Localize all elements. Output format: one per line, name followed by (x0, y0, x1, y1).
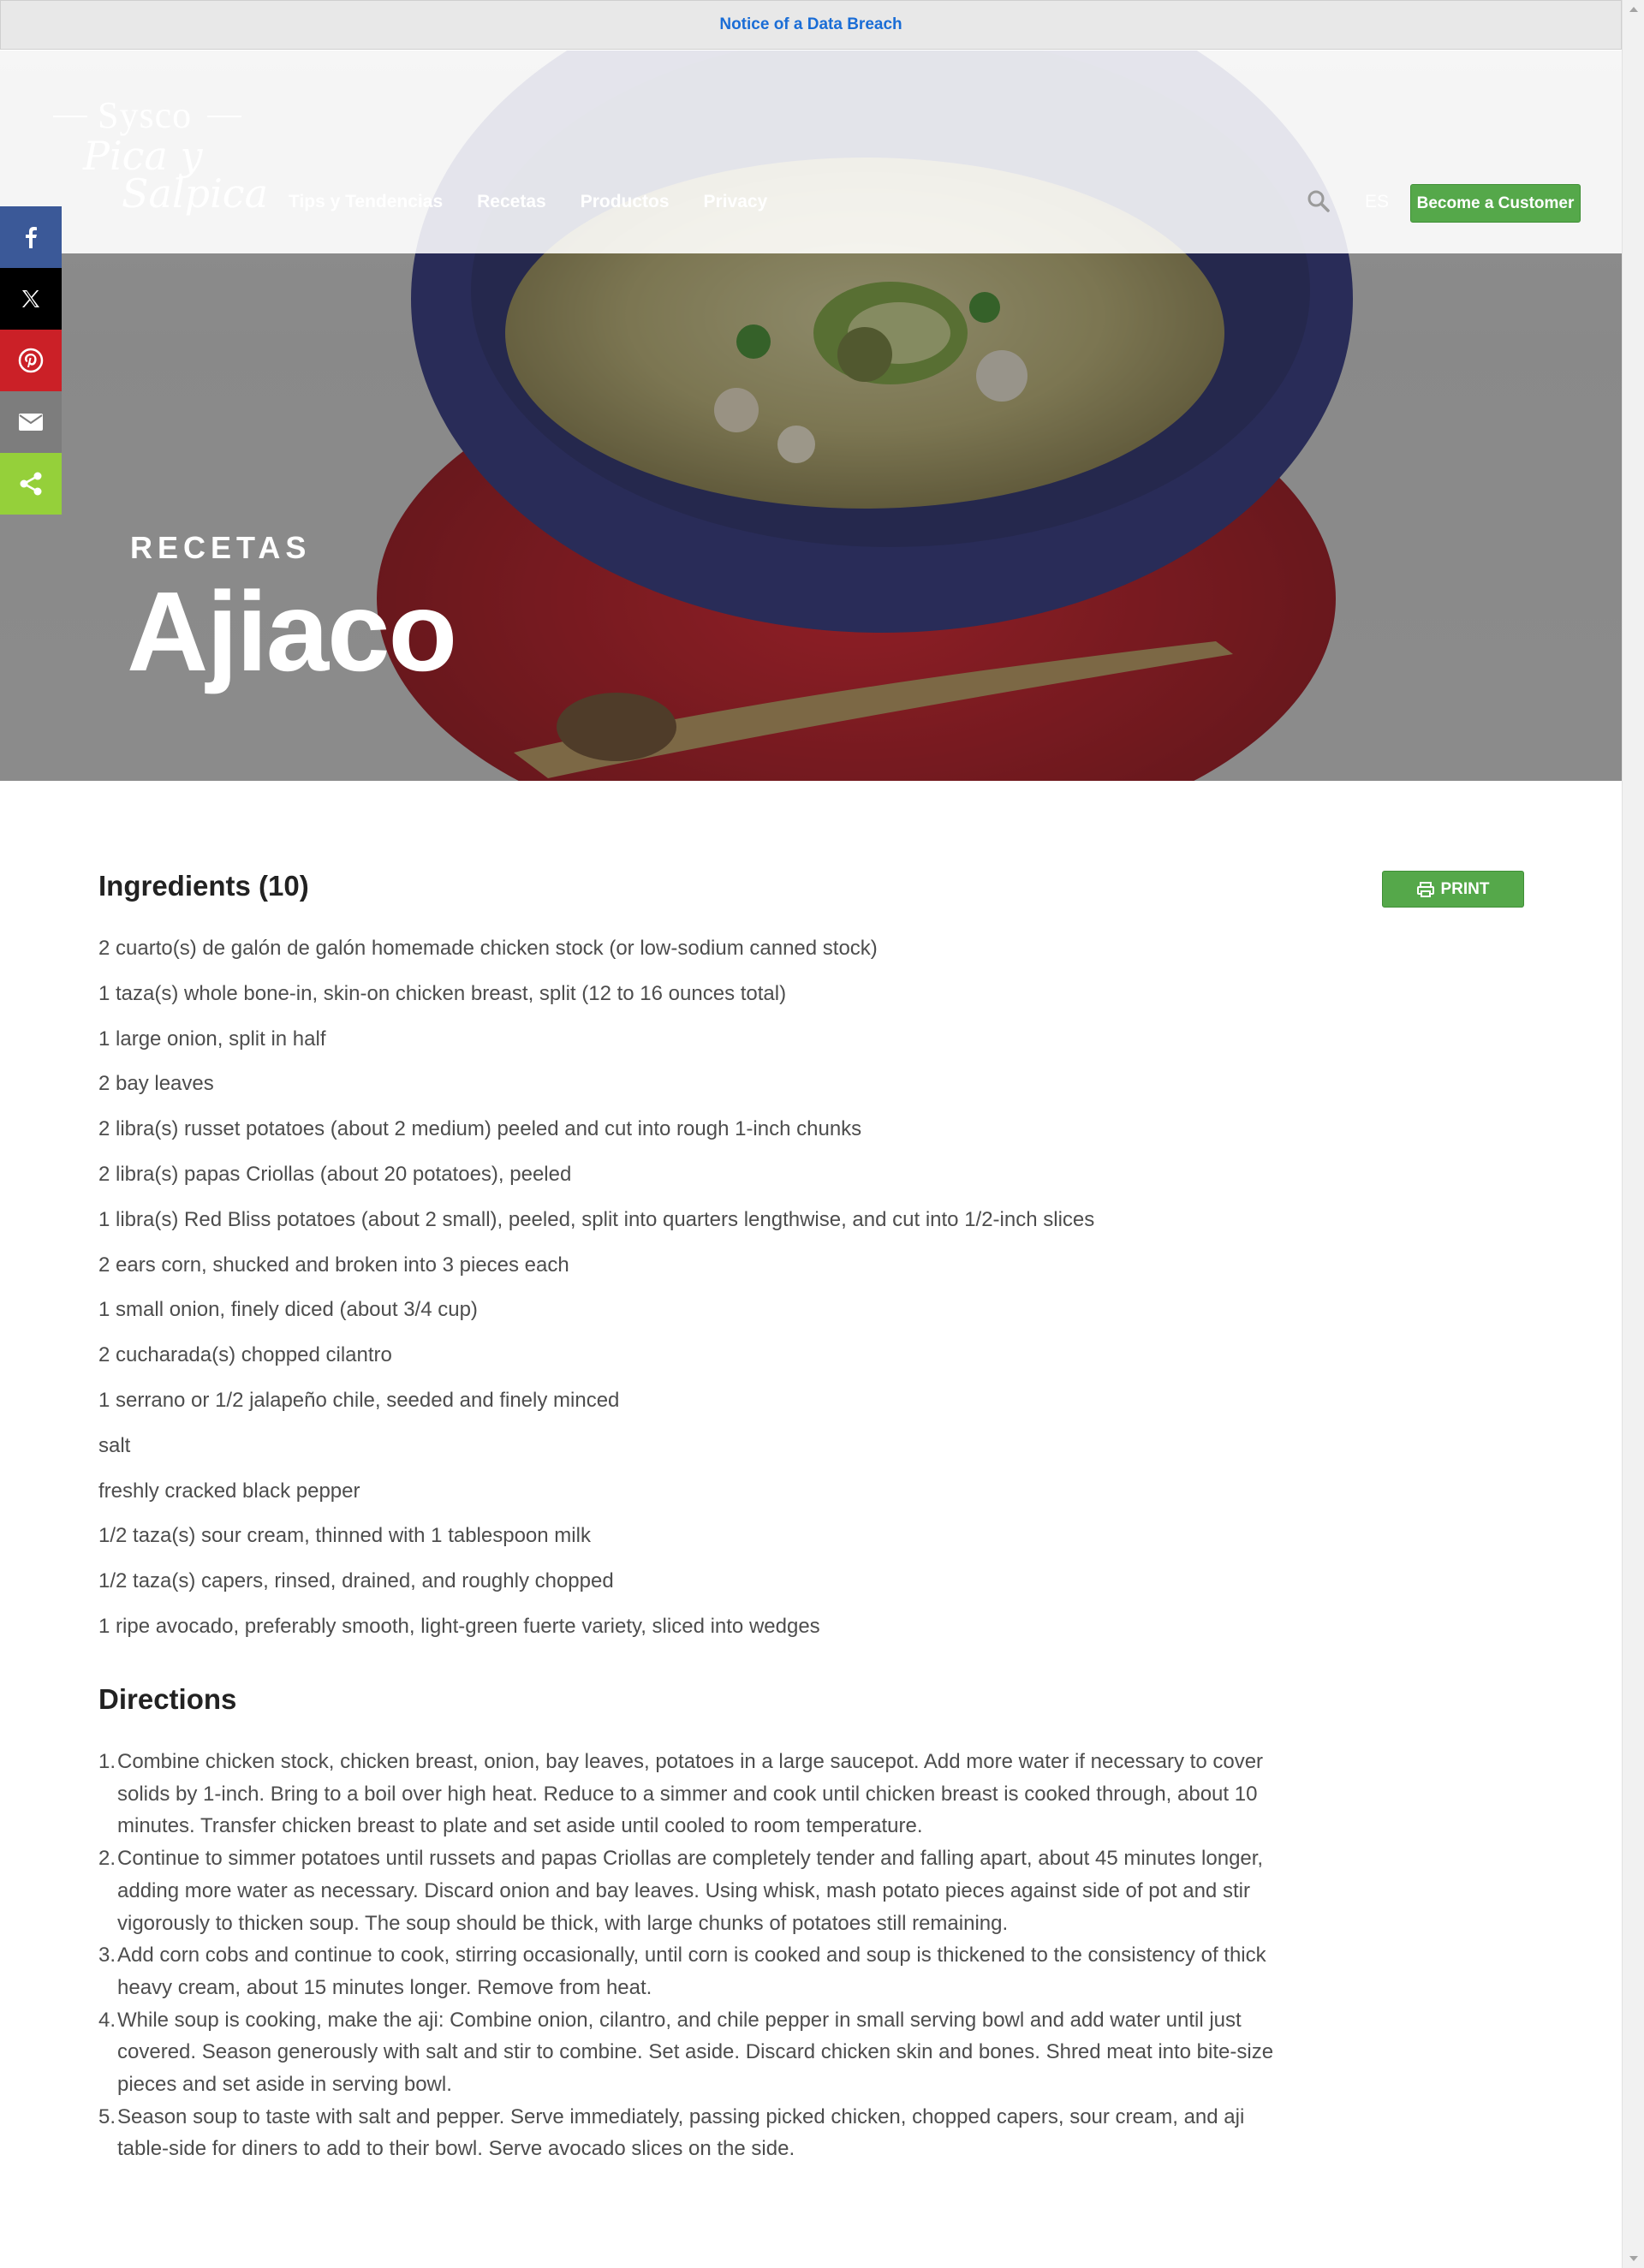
step-number: 1. (98, 1750, 116, 1773)
site-logo[interactable]: Sysco Pica y Salpica (53, 88, 268, 217)
ingredient-item: 2 bay leaves (98, 1072, 214, 1096)
ingredient-item: 2 ears corn, shucked and broken into 3 p… (98, 1253, 569, 1277)
logo-sub2: Salpica (122, 170, 268, 217)
print-button[interactable]: PRINT (1382, 871, 1524, 908)
print-label: PRINT (1440, 879, 1490, 898)
scroll-down-icon[interactable] (1629, 2256, 1638, 2261)
directions-heading: Directions (98, 1683, 237, 1715)
ingredients-heading: Ingredients (10) (98, 870, 309, 902)
step-number: 5. (98, 2104, 116, 2128)
nav-tips-y-tendencias[interactable]: Tips y Tendencias (289, 192, 443, 212)
search-icon[interactable] (1307, 189, 1331, 213)
ingredient-item: 2 libra(s) papas Criollas (about 20 pota… (98, 1162, 572, 1186)
nav-privacy[interactable]: Privacy (704, 192, 768, 212)
ingredient-item: 2 libra(s) russet potatoes (about 2 medi… (98, 1117, 862, 1141)
step-number: 4. (98, 2008, 116, 2032)
hero-banner: Sysco Pica y Salpica Tips y Tendencias R… (0, 51, 1622, 781)
page-title: Ajiaco (127, 568, 457, 694)
ingredient-item: 1 libra(s) Red Bliss potatoes (about 2 s… (98, 1207, 1095, 1231)
social-share-bar (0, 206, 62, 515)
step-number: 2. (98, 1847, 116, 1871)
direction-step: 2. Continue to simmer potatoes until russ… (98, 1842, 1280, 1939)
direction-step: 3. Add corn cobs and continue to cook, st… (98, 1939, 1280, 2003)
step-text: Add corn cobs and continue to cook, stir… (117, 1944, 1266, 1999)
ingredient-item: 1/2 taza(s) sour cream, thinned with 1 t… (98, 1524, 591, 1548)
step-number: 3. (98, 1944, 116, 1967)
scroll-up-icon[interactable] (1629, 7, 1638, 12)
x-icon (22, 290, 39, 307)
step-text: Combine chicken stock, chicken breast, o… (117, 1750, 1264, 1838)
page-scrollbar[interactable] (1622, 0, 1644, 2268)
ingredient-item: 1 ripe avocado, preferably smooth, light… (98, 1614, 820, 1638)
main-nav: Tips y Tendencias Recetas Productos Priv… (289, 192, 767, 212)
share-button[interactable] (0, 453, 62, 515)
step-text: Season soup to taste with salt and peppe… (117, 2104, 1245, 2161)
facebook-icon (26, 227, 37, 248)
direction-step: 1. Combine chicken stock, chicken breast,… (98, 1746, 1280, 1842)
scrollbar-thumb[interactable] (1627, 21, 1639, 2242)
notice-bar: Notice of a Data Breach (0, 0, 1622, 50)
language-toggle[interactable]: ES (1365, 192, 1389, 212)
email-share-button[interactable] (0, 391, 62, 453)
direction-step: 5. Season soup to taste with salt and pep… (98, 2101, 1280, 2165)
directions-list: 1. Combine chicken stock, chicken breast,… (98, 1746, 1280, 2165)
nav-productos[interactable]: Productos (581, 192, 670, 212)
ingredient-item: salt (98, 1433, 131, 1457)
ingredients-list: 2 cuarto(s) de galón de galón homemade c… (98, 933, 1554, 1657)
ingredient-item: 2 cucharada(s) chopped cilantro (98, 1343, 392, 1367)
logo-brand: Sysco (98, 94, 193, 136)
hero-category-label: RECETAS (130, 530, 312, 565)
pinterest-icon (18, 348, 44, 373)
ingredient-item: 1 serrano or 1/2 jalapeño chile, seeded … (98, 1388, 620, 1412)
nav-recetas[interactable]: Recetas (477, 192, 546, 212)
ingredient-item: 1 large onion, split in half (98, 1027, 326, 1051)
ingredient-item: 1/2 taza(s) capers, rinsed, drained, and… (98, 1569, 614, 1593)
ingredient-item: 1 small onion, finely diced (about 3/4 c… (98, 1298, 478, 1322)
ingredient-item: freshly cracked black pepper (98, 1479, 360, 1503)
data-breach-notice-link[interactable]: Notice of a Data Breach (719, 15, 902, 34)
x-share-button[interactable] (0, 268, 62, 330)
hero-overlay (0, 253, 1622, 781)
pinterest-share-button[interactable] (0, 330, 62, 391)
email-icon (19, 414, 43, 431)
direction-step: 4. While soup is cooking, make the aji: C… (98, 2004, 1280, 2101)
step-text: While soup is cooking, make the aji: Com… (117, 2008, 1274, 2097)
share-icon (20, 472, 42, 496)
facebook-share-button[interactable] (0, 206, 62, 268)
become-customer-button[interactable]: Become a Customer (1410, 184, 1581, 223)
printer-icon (1416, 881, 1434, 897)
ingredient-item: 2 cuarto(s) de galón de galón homemade c… (98, 937, 878, 960)
ingredient-item: 1 taza(s) whole bone-in, skin-on chicken… (98, 981, 787, 1005)
step-text: Continue to simmer potatoes until russet… (117, 1847, 1264, 1935)
